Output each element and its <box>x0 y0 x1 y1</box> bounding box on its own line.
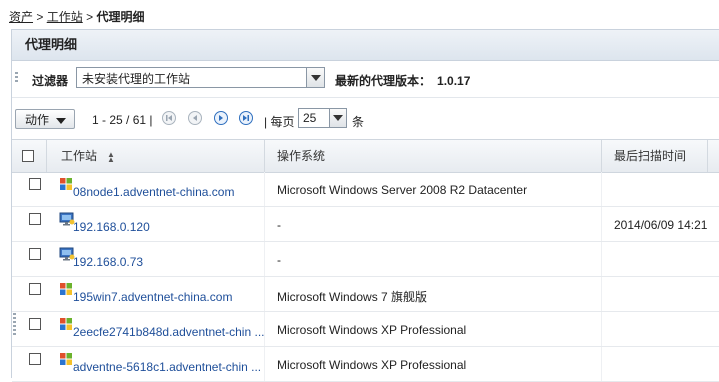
table-row[interactable]: 192.168.0.73 - <box>12 242 719 277</box>
windows-flag-icon <box>59 177 73 194</box>
panel-title: 代理明细 <box>12 30 719 61</box>
filter-select-value: 未安装代理的工作站 <box>82 72 191 86</box>
first-page-icon[interactable] <box>162 111 176 125</box>
select-all-cell <box>12 140 47 172</box>
sort-icon[interactable]: ▲ ▲ <box>107 150 115 163</box>
workstation-link[interactable]: 192.168.0.120 <box>73 220 150 234</box>
filter-bar: 过滤器 未安装代理的工作站 最新的代理版本： 1.0.17 <box>12 61 719 94</box>
version-value: 1.0.17 <box>437 74 471 88</box>
column-workstation-label: 工作站 <box>61 149 98 163</box>
workstation-cell: 192.168.0.120 <box>59 207 265 241</box>
select-all-checkbox[interactable] <box>22 150 34 162</box>
table-row[interactable]: 2eecfe2741b848d.adventnet-chin ... Micros… <box>12 312 719 347</box>
column-extra[interactable] <box>708 140 719 172</box>
action-dropdown-button[interactable]: 动作 <box>15 109 75 129</box>
workstation-cell: adventne-5618c1.adventnet-chin ... <box>59 347 265 381</box>
latest-agent-version: 最新的代理版本： 1.0.17 <box>335 72 470 89</box>
row-checkbox[interactable] <box>29 213 41 225</box>
workstation-link[interactable]: 195win7.adventnet-china.com <box>73 290 232 304</box>
table-row[interactable]: 195win7.adventnet-china.com Microsoft Win… <box>12 277 719 312</box>
os-value: Microsoft Windows XP Professional <box>277 323 467 337</box>
collapse-handle-icon[interactable] <box>13 313 16 335</box>
os-value: - <box>277 218 281 232</box>
per-page-select[interactable]: 25 <box>298 108 347 128</box>
workstation-link[interactable]: 2eecfe2741b848d.adventnet-chin ... <box>73 325 264 339</box>
table-row[interactable]: 08node1.adventnet-china.com Microsoft Win… <box>12 172 719 207</box>
workstation-cell: 192.168.0.73 <box>59 242 265 276</box>
workstation-cell: 08node1.adventnet-china.com <box>59 172 265 206</box>
workstation-link[interactable]: 08node1.adventnet-china.com <box>73 185 234 199</box>
workstation-cell: 195win7.adventnet-china.com <box>59 277 265 311</box>
last-page-icon[interactable] <box>239 111 253 125</box>
next-page-icon[interactable] <box>214 111 228 125</box>
table-header: 工作站 ▲ ▲ 操作系统 最后扫描时间 <box>12 139 719 173</box>
windows-flag-icon <box>59 282 73 299</box>
filter-label: 过滤器 <box>32 74 69 88</box>
os-value: Microsoft Windows 7 旗舰版 <box>277 290 428 304</box>
per-page-value: 25 <box>303 111 317 125</box>
row-checkbox[interactable] <box>29 248 41 260</box>
page-range: 1 - 25 / 61 | <box>92 113 153 127</box>
workstation-cell: 2eecfe2741b848d.adventnet-chin ... <box>59 312 265 346</box>
last-scan-cell <box>602 172 719 206</box>
last-scan-cell <box>602 312 719 346</box>
breadcrumb-separator: > <box>86 10 94 24</box>
row-checkbox[interactable] <box>29 283 41 295</box>
last-scan-cell <box>602 277 719 311</box>
chevron-down-icon[interactable] <box>306 68 324 87</box>
column-os[interactable]: 操作系统 <box>265 140 602 172</box>
row-checkbox[interactable] <box>29 318 41 330</box>
filter-select[interactable]: 未安装代理的工作站 <box>76 67 325 88</box>
divider <box>12 97 719 98</box>
workstation-link[interactable]: adventne-5618c1.adventnet-chin ... <box>73 360 261 374</box>
workstation-link[interactable]: 192.168.0.73 <box>73 255 143 269</box>
row-checkbox[interactable] <box>29 178 41 190</box>
column-workstation[interactable]: 工作站 ▲ ▲ <box>47 140 265 172</box>
last-scan-cell <box>602 242 719 276</box>
drag-handle-icon[interactable] <box>15 72 18 84</box>
toolbar: 动作 1 - 25 / 61 | | 每页 25 条 <box>12 103 719 137</box>
breadcrumb-current: 代理明细 <box>96 10 145 24</box>
windows-flag-icon <box>59 352 73 369</box>
agent-details-panel: 代理明细 过滤器 未安装代理的工作站 最新的代理版本： 1.0.17 动作 1 -… <box>11 29 719 382</box>
os-value: Microsoft Windows Server 2008 R2 Datacen… <box>277 183 528 197</box>
breadcrumb-separator: > <box>36 10 44 24</box>
chevron-down-icon[interactable] <box>329 109 346 127</box>
table-row[interactable]: 192.168.0.120 - 2014/06/09 14:21 <box>12 207 719 242</box>
os-cell: Microsoft Windows XP Professional <box>265 312 602 346</box>
breadcrumb-workstation-link[interactable]: 工作站 <box>47 10 83 24</box>
column-last-scan[interactable]: 最后扫描时间 <box>602 140 708 172</box>
os-value: - <box>277 253 281 267</box>
version-label: 最新的代理版本： <box>335 74 432 88</box>
per-page-label: | 每页 <box>264 115 295 129</box>
os-cell: Microsoft Windows XP Professional <box>265 347 602 381</box>
last-scan-cell <box>602 347 719 381</box>
os-cell: Microsoft Windows Server 2008 R2 Datacen… <box>265 172 602 206</box>
os-cell: Microsoft Windows 7 旗舰版 <box>265 277 602 311</box>
os-value: Microsoft Windows XP Professional <box>277 358 467 372</box>
per-page-unit: 条 <box>352 115 365 129</box>
last-scan-cell: 2014/06/09 14:21 <box>602 207 719 241</box>
breadcrumb-assets-link[interactable]: 资产 <box>9 10 33 24</box>
os-cell: - <box>265 207 602 241</box>
previous-page-icon[interactable] <box>188 111 202 125</box>
windows-flag-icon <box>59 317 73 334</box>
os-cell: - <box>265 242 602 276</box>
row-checkbox[interactable] <box>29 353 41 365</box>
last-scan-value: 2014/06/09 14:21 <box>614 218 708 232</box>
breadcrumb: 资产 > 工作站 > 代理明细 <box>9 8 144 25</box>
